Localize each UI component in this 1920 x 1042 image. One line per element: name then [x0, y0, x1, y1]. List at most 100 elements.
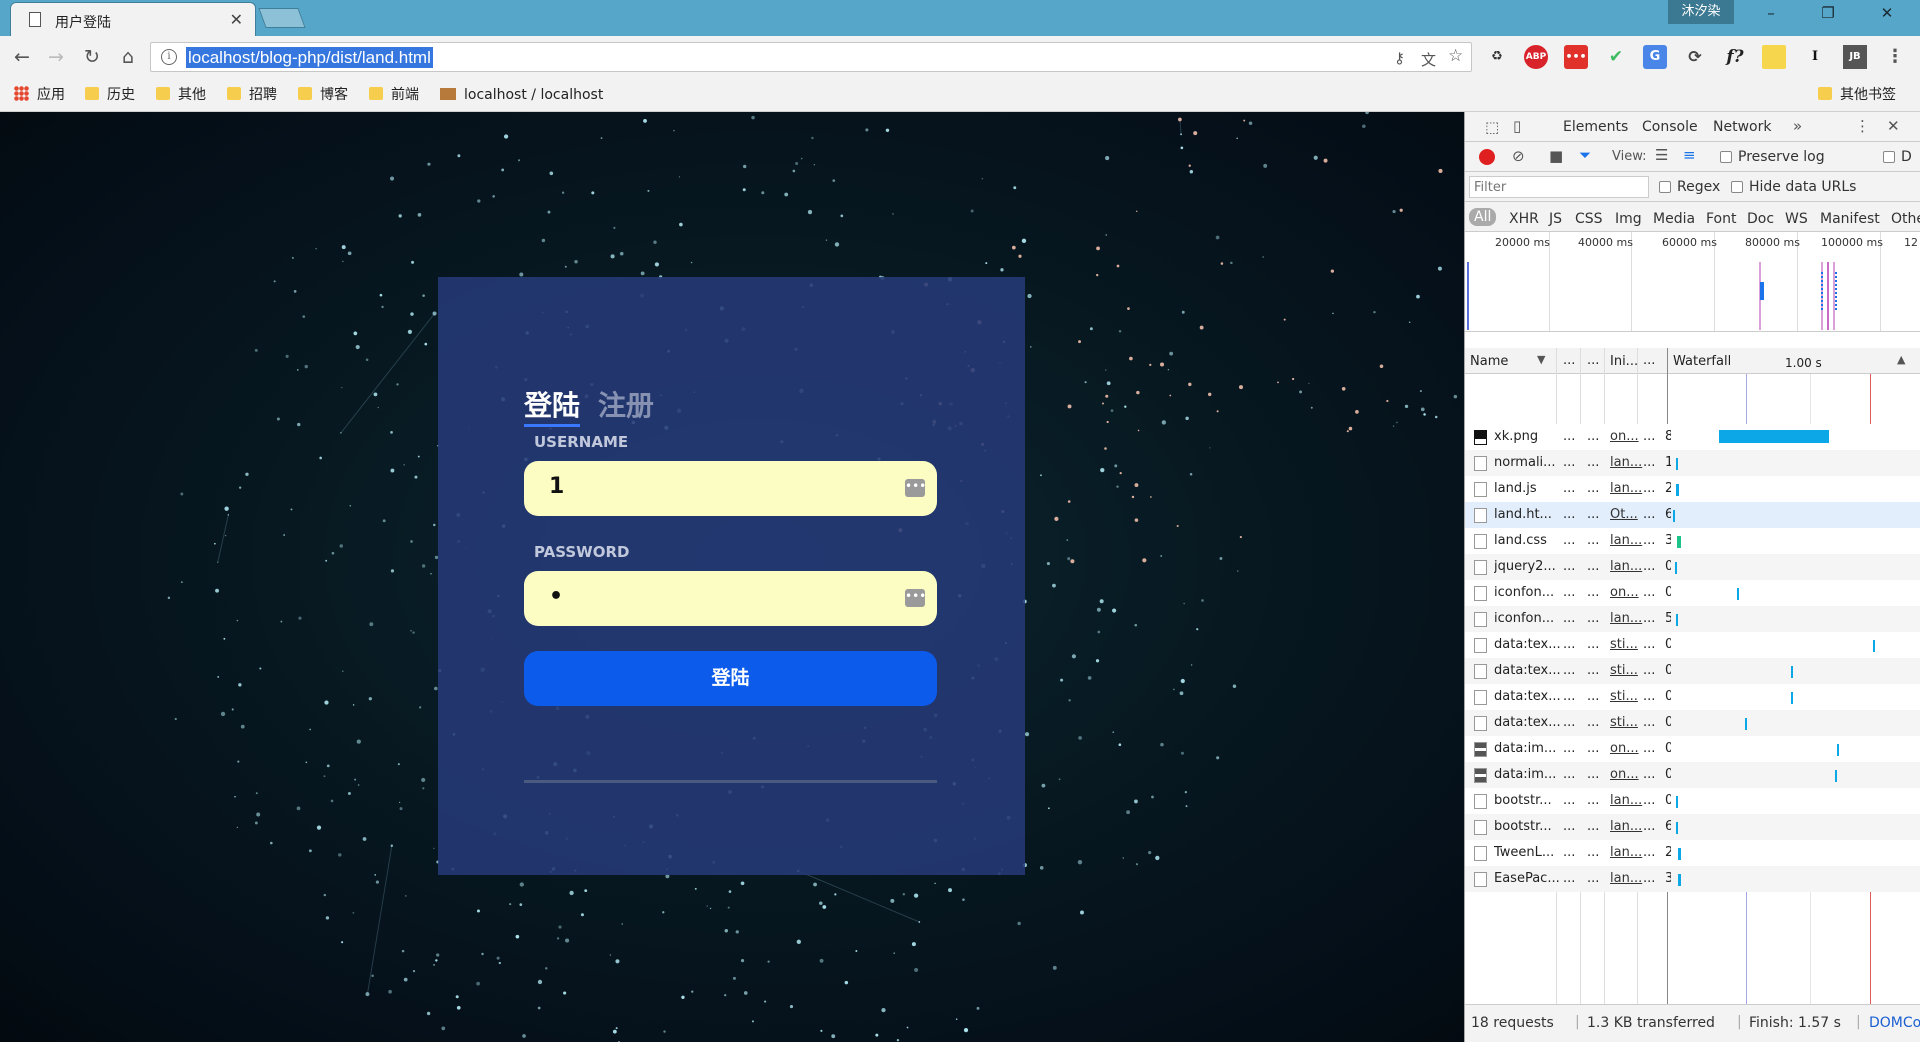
type-filter-font[interactable]: Font [1706, 211, 1736, 227]
request-row[interactable]: land.css...... lan...... 3 [1465, 528, 1920, 554]
request-initiator[interactable]: lan... [1610, 845, 1644, 860]
request-initiator[interactable]: lan... [1610, 871, 1644, 886]
menu-icon[interactable]: ⋮ [1883, 45, 1907, 69]
network-overview[interactable]: 20000 ms 40000 ms 60000 ms 80000 ms 1000… [1465, 232, 1920, 332]
profile-button[interactable]: 沐汐染 [1668, 0, 1734, 24]
password-manager-icon[interactable]: ••• [905, 479, 926, 497]
devtools-tab-console[interactable]: Console [1642, 119, 1698, 135]
url-text[interactable]: localhost/blog-php/dist/land.html [186, 47, 433, 68]
password-manager-icon[interactable]: ••• [905, 589, 926, 607]
forward-icon[interactable]: → [44, 45, 68, 69]
other-bookmarks[interactable]: 其他书签 [1818, 86, 1896, 104]
request-row[interactable]: data:tex......... sti...... 0 [1465, 632, 1920, 658]
bookmark-folder-frontend[interactable]: 前端 [369, 86, 419, 104]
devtools-close-icon[interactable]: ✕ [1887, 117, 1900, 135]
request-initiator[interactable]: lan... [1610, 793, 1644, 808]
google-translate-extension-icon[interactable]: G [1643, 45, 1667, 69]
device-toolbar-icon[interactable]: ▯ [1513, 117, 1521, 135]
request-initiator[interactable]: Ot... [1610, 507, 1644, 522]
request-initiator[interactable]: on... [1610, 429, 1644, 444]
type-filter-css[interactable]: CSS [1575, 211, 1603, 227]
column-name[interactable]: Name [1470, 354, 1508, 369]
site-info-icon[interactable]: i [161, 49, 177, 65]
jetbrains-extension-icon[interactable]: JB [1843, 45, 1867, 69]
waterfall-view-icon[interactable]: ≡ [1683, 146, 1696, 164]
bookmark-folder-other[interactable]: 其他 [156, 86, 206, 104]
request-row[interactable]: data:tex......... sti...... 0 [1465, 658, 1920, 684]
column-status[interactable]: ... [1563, 353, 1575, 368]
filter-icon[interactable]: ⏷ [1579, 146, 1591, 164]
new-tab-button[interactable] [258, 8, 306, 28]
bookmark-folder-history[interactable]: 历史 [85, 86, 135, 104]
more-tabs-icon[interactable]: » [1793, 117, 1802, 135]
password-input[interactable]: • ••• [524, 571, 937, 626]
request-initiator[interactable]: on... [1610, 741, 1644, 756]
request-row[interactable]: iconfon......... on...... 0 [1465, 580, 1920, 606]
lastpass-extension-icon[interactable]: ••• [1564, 45, 1588, 69]
hide-data-urls-checkbox[interactable]: Hide data URLs [1731, 179, 1856, 195]
address-bar[interactable]: i localhost/blog-php/dist/land.html ⚷ 文 … [150, 42, 1472, 72]
devtools-tab-network[interactable]: Network [1708, 119, 1776, 144]
request-initiator[interactable]: on... [1610, 767, 1644, 782]
bookmark-apps[interactable]: 应用 [14, 86, 65, 104]
inspect-element-icon[interactable]: ⬚ [1485, 118, 1499, 136]
request-initiator[interactable]: lan... [1610, 819, 1644, 834]
vue-extension-icon[interactable]: ✔ [1604, 45, 1628, 69]
sync-extension-icon[interactable]: ⟳ [1683, 45, 1707, 69]
capture-screenshots-icon[interactable]: ■ [1549, 147, 1563, 165]
back-icon[interactable]: ← [10, 45, 34, 69]
request-initiator[interactable]: sti... [1610, 663, 1644, 678]
request-row[interactable]: xk.png...... on...... 8 [1465, 424, 1920, 450]
devtools-tab-elements[interactable]: Elements [1563, 119, 1628, 135]
column-type[interactable]: ... [1587, 353, 1599, 368]
preserve-log-checkbox[interactable]: Preserve log [1720, 149, 1825, 165]
instapaper-extension-icon[interactable]: I [1803, 45, 1827, 69]
request-row[interactable]: data:im......... on...... 0 [1465, 762, 1920, 788]
bookmark-localhost[interactable]: localhost / localhost [440, 86, 610, 104]
minimize-icon[interactable]: – [1756, 4, 1786, 22]
column-initiator[interactable]: Ini... [1610, 354, 1638, 369]
clear-icon[interactable]: ⊘ [1512, 147, 1525, 165]
request-row[interactable]: bootstr......... lan...... 6 [1465, 814, 1920, 840]
column-size[interactable]: ... [1643, 353, 1655, 368]
request-initiator[interactable]: lan... [1610, 481, 1644, 496]
tab-register[interactable]: 注册 [598, 389, 654, 422]
restore-icon[interactable]: ❐ [1813, 4, 1843, 22]
request-initiator[interactable]: lan... [1610, 455, 1644, 470]
request-row[interactable]: jquery2......... lan...... 0 [1465, 554, 1920, 580]
request-row[interactable]: iconfon......... lan...... 5 [1465, 606, 1920, 632]
bookmark-star-icon[interactable]: ☆ [1448, 46, 1463, 66]
disable-cache-checkbox[interactable]: D [1883, 149, 1912, 165]
type-filter-doc[interactable]: Doc [1747, 211, 1774, 227]
type-filter-other[interactable]: Othe [1891, 211, 1920, 227]
tab-close-icon[interactable]: ✕ [230, 10, 243, 29]
column-waterfall[interactable]: Waterfall [1673, 354, 1731, 369]
reload-icon[interactable]: ↻ [80, 45, 104, 69]
request-initiator[interactable]: sti... [1610, 689, 1644, 704]
tab-login[interactable]: 登陆 [524, 389, 581, 427]
username-input[interactable]: 1 ••• [524, 461, 937, 516]
record-icon[interactable] [1479, 149, 1495, 165]
type-filter-xhr[interactable]: XHR [1509, 211, 1539, 227]
list-view-icon[interactable]: ☰ [1655, 146, 1668, 164]
request-initiator[interactable]: lan... [1610, 533, 1644, 548]
type-filter-all[interactable]: All [1469, 208, 1497, 226]
request-row[interactable]: data:im......... on...... 0 [1465, 736, 1920, 762]
request-initiator[interactable]: sti... [1610, 715, 1644, 730]
request-row[interactable]: EasePac......... lan...... 3 [1465, 866, 1920, 892]
request-row[interactable]: land.ht......... Ot...... 6 [1465, 502, 1920, 528]
request-row[interactable]: data:tex......... sti...... 0 [1465, 684, 1920, 710]
browser-tab[interactable]: 用户登陆 ✕ [10, 2, 256, 36]
type-filter-js[interactable]: JS [1549, 211, 1562, 227]
translate-icon[interactable]: 文 [1421, 49, 1436, 70]
request-initiator[interactable]: on... [1610, 585, 1644, 600]
request-row[interactable]: data:tex......... sti...... 0 [1465, 710, 1920, 736]
filter-input[interactable] [1469, 176, 1649, 198]
request-row[interactable]: TweenL......... lan...... 2 [1465, 840, 1920, 866]
request-row[interactable]: bootstr......... lan...... 0 [1465, 788, 1920, 814]
key-icon[interactable]: ⚷ [1394, 49, 1405, 67]
request-initiator[interactable]: lan... [1610, 559, 1644, 574]
request-initiator[interactable]: lan... [1610, 611, 1644, 626]
regex-checkbox[interactable]: Regex [1659, 179, 1720, 195]
type-filter-img[interactable]: Img [1615, 211, 1642, 227]
